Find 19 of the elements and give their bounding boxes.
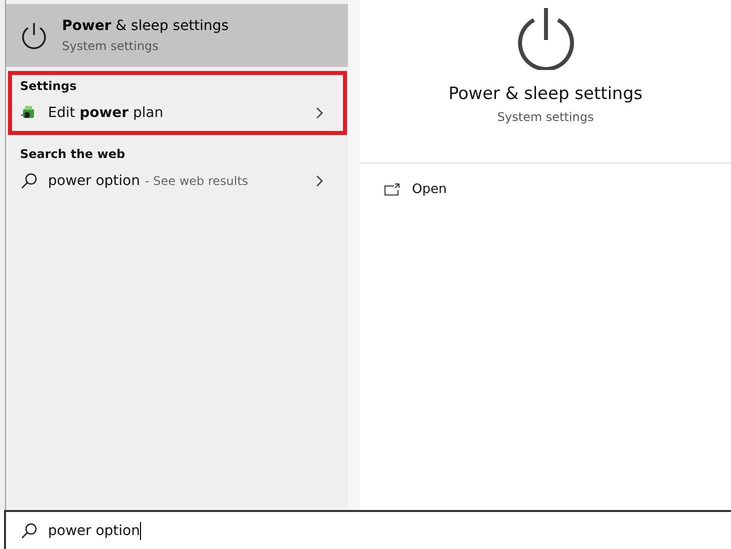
result-item[interactable]: Edit power plan — [12, 95, 343, 131]
result-label: power option — [48, 173, 140, 189]
search-icon — [20, 522, 38, 540]
open-icon — [384, 182, 400, 196]
chevron-icon — [315, 175, 323, 187]
result-hint: - See web results — [145, 174, 248, 188]
result-item[interactable]: power option - See web results — [12, 163, 343, 199]
section-heading: Settings — [19, 78, 78, 95]
search-field[interactable]: power option — [4, 510, 731, 549]
result-label: Edit power plan — [48, 105, 164, 121]
open-button[interactable]: Open — [382, 178, 449, 201]
preview-subtitle: System settings — [497, 110, 594, 124]
preview-title: Power & sleep settings — [448, 84, 642, 104]
section-heading: Search the web — [19, 146, 126, 163]
search-icon — [20, 172, 38, 190]
chevron-icon — [315, 107, 323, 119]
best-match-item[interactable]: Power & sleep settings System settings — [6, 4, 348, 67]
result-title: Power & sleep settings — [62, 18, 229, 34]
result-subtitle: System settings — [62, 39, 160, 53]
